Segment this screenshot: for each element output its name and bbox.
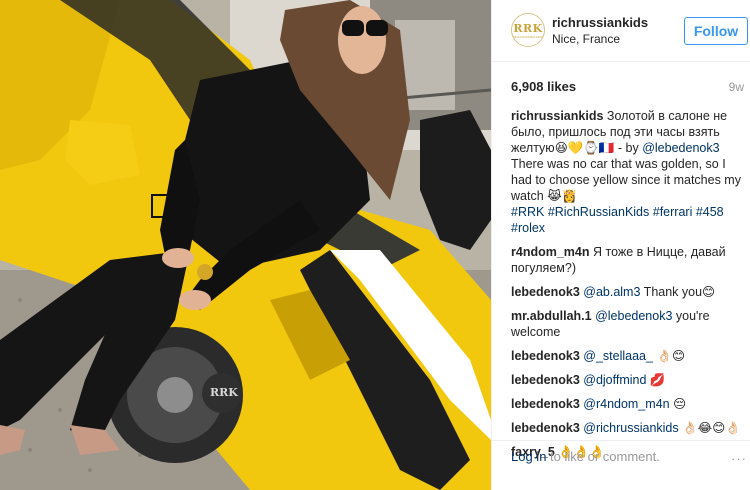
likes-count[interactable]: 6,908 likes	[511, 79, 576, 94]
login-link[interactable]: Log in	[511, 449, 546, 464]
post-photo[interactable]: RRK	[0, 0, 491, 490]
avatar[interactable]: RRK RICH RUSSIAN KIDS	[511, 13, 545, 47]
post-side-panel: RRK RICH RUSSIAN KIDS richrussiankids Ni…	[491, 0, 750, 490]
hashtag[interactable]: #rolex	[511, 221, 545, 235]
caption: richrussiankids Золотой в салоне не было…	[511, 108, 741, 236]
comment: lebedenok3 @djoffmind 💋	[511, 372, 741, 388]
comment-author[interactable]: lebedenok3	[511, 349, 580, 363]
post-footer: Log in to like or comment. ···	[492, 440, 750, 490]
hashtag[interactable]: #RichRussianKids	[548, 205, 649, 219]
caption-hashtags: #RRK #RichRussianKids #ferrari #458 #rol…	[511, 204, 741, 236]
comment-mention[interactable]: @ab.alm3	[583, 285, 640, 299]
caption-author[interactable]: richrussiankids	[511, 109, 603, 123]
avatar-logo-subtext: RICH RUSSIAN KIDS	[513, 35, 543, 39]
login-prompt: Log in to like or comment.	[511, 449, 660, 464]
caption-text-en: There was no car that was golden, so I h…	[511, 157, 741, 203]
comment-author[interactable]: r4ndom_m4n	[511, 245, 590, 259]
post-age[interactable]: 9w	[729, 80, 744, 94]
comment-author[interactable]: lebedenok3	[511, 421, 580, 435]
comment: lebedenok3 @richrussiankids 👌🏻😂😊👌🏻	[511, 420, 741, 436]
comment-text: 👌🏻😊	[656, 349, 686, 363]
more-options-icon[interactable]: ···	[731, 451, 747, 466]
comment-text: 😔	[669, 397, 687, 411]
follow-button[interactable]: Follow	[684, 17, 748, 45]
comment: lebedenok3 @ab.alm3 Thank you😊	[511, 284, 741, 300]
comment-mention[interactable]: @r4ndom_m4n	[583, 397, 669, 411]
caption-by: - by	[614, 141, 643, 155]
comment: mr.abdullah.1 @lebedenok3 you're welcome	[511, 308, 741, 340]
comment-mention[interactable]: @_stellaaa_	[583, 349, 653, 363]
hashtag[interactable]: #ferrari	[653, 205, 693, 219]
comment-text: 👌🏻😂😊👌🏻	[678, 421, 741, 435]
post-header: RRK RICH RUSSIAN KIDS richrussiankids Ni…	[492, 0, 750, 62]
caption-mention[interactable]: @lebedenok3	[642, 141, 719, 155]
comment: lebedenok3 @_stellaaa_ 👌🏻😊	[511, 348, 741, 364]
photo-illustration	[0, 0, 491, 490]
comment-author[interactable]: lebedenok3	[511, 397, 580, 411]
comment-mention[interactable]: @richrussiankids	[583, 421, 678, 435]
avatar-logo-text: RRK	[513, 22, 543, 35]
post-location[interactable]: Nice, France	[552, 32, 620, 46]
comment-mention[interactable]: @lebedenok3	[595, 309, 672, 323]
post-username[interactable]: richrussiankids	[552, 15, 648, 30]
comment-author[interactable]: lebedenok3	[511, 285, 580, 299]
comment-author[interactable]: lebedenok3	[511, 373, 580, 387]
photo-watermark: RRK	[210, 386, 238, 399]
comment: r4ndom_m4n Я тоже в Ницце, давай погуляе…	[511, 244, 741, 276]
hashtag[interactable]: #RRK	[511, 205, 544, 219]
caption-emoji-2: 😹👸	[547, 189, 578, 203]
comment-mention[interactable]: @djoffmind	[583, 373, 646, 387]
comments-list: richrussiankids Золотой в салоне не было…	[511, 108, 741, 468]
comment: lebedenok3 @r4ndom_m4n 😔	[511, 396, 741, 412]
comment-text: Thank you😊	[640, 285, 716, 299]
comment-text: 💋	[646, 373, 666, 387]
caption-emoji-1: 😆💛⌚🇫🇷	[554, 141, 615, 155]
hashtag[interactable]: #458	[696, 205, 724, 219]
comment-author[interactable]: mr.abdullah.1	[511, 309, 592, 323]
